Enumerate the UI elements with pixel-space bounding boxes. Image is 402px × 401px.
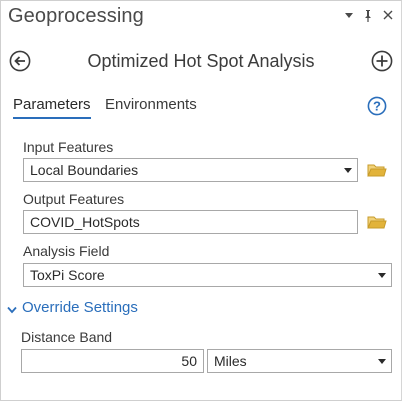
distance-band-input[interactable]: 50	[21, 349, 204, 373]
help-icon[interactable]: ?	[367, 96, 387, 116]
input-features-dropdown[interactable]: Local Boundaries	[23, 158, 358, 182]
back-arrow-icon[interactable]	[9, 50, 31, 72]
chevron-down-icon	[377, 264, 387, 286]
analysis-field-dropdown[interactable]: ToxPi Score	[23, 263, 392, 287]
distance-units-value: Miles	[214, 353, 247, 369]
output-features-input[interactable]: COVID_HotSpots	[23, 210, 358, 234]
browse-folder-icon[interactable]	[367, 214, 387, 230]
svg-text:?: ?	[373, 99, 381, 114]
output-features-label: Output Features	[23, 191, 125, 207]
dropdown-arrow-icon[interactable]	[342, 9, 356, 23]
pane-titlebar: Geoprocessing	[1, 1, 401, 35]
chevron-down-icon	[377, 350, 387, 372]
override-settings-label: Override Settings	[22, 299, 138, 316]
tab-bar: Parameters Environments ?	[1, 93, 401, 123]
tool-title: Optimized Hot Spot Analysis	[87, 51, 315, 71]
close-icon[interactable]	[381, 9, 395, 23]
browse-folder-icon[interactable]	[367, 162, 387, 178]
distance-units-dropdown[interactable]: Miles	[207, 349, 392, 373]
analysis-field-value: ToxPi Score	[30, 267, 105, 283]
analysis-field-label: Analysis Field	[23, 243, 110, 259]
tab-parameters[interactable]: Parameters	[13, 96, 91, 119]
input-features-label: Input Features	[23, 139, 114, 155]
tab-environments[interactable]: Environments	[105, 96, 197, 117]
input-features-value: Local Boundaries	[30, 162, 139, 178]
chevron-down-icon	[7, 302, 17, 314]
tool-header: Optimized Hot Spot Analysis	[1, 45, 401, 79]
output-features-value: COVID_HotSpots	[30, 214, 140, 230]
pane-title: Geoprocessing	[8, 5, 144, 27]
geoprocessing-pane: Geoprocessing Optimized Hot Spot Analysi…	[0, 0, 402, 401]
add-icon[interactable]	[371, 50, 393, 72]
chevron-down-icon	[343, 159, 353, 181]
pin-icon[interactable]	[361, 9, 375, 23]
distance-band-label: Distance Band	[21, 329, 113, 345]
